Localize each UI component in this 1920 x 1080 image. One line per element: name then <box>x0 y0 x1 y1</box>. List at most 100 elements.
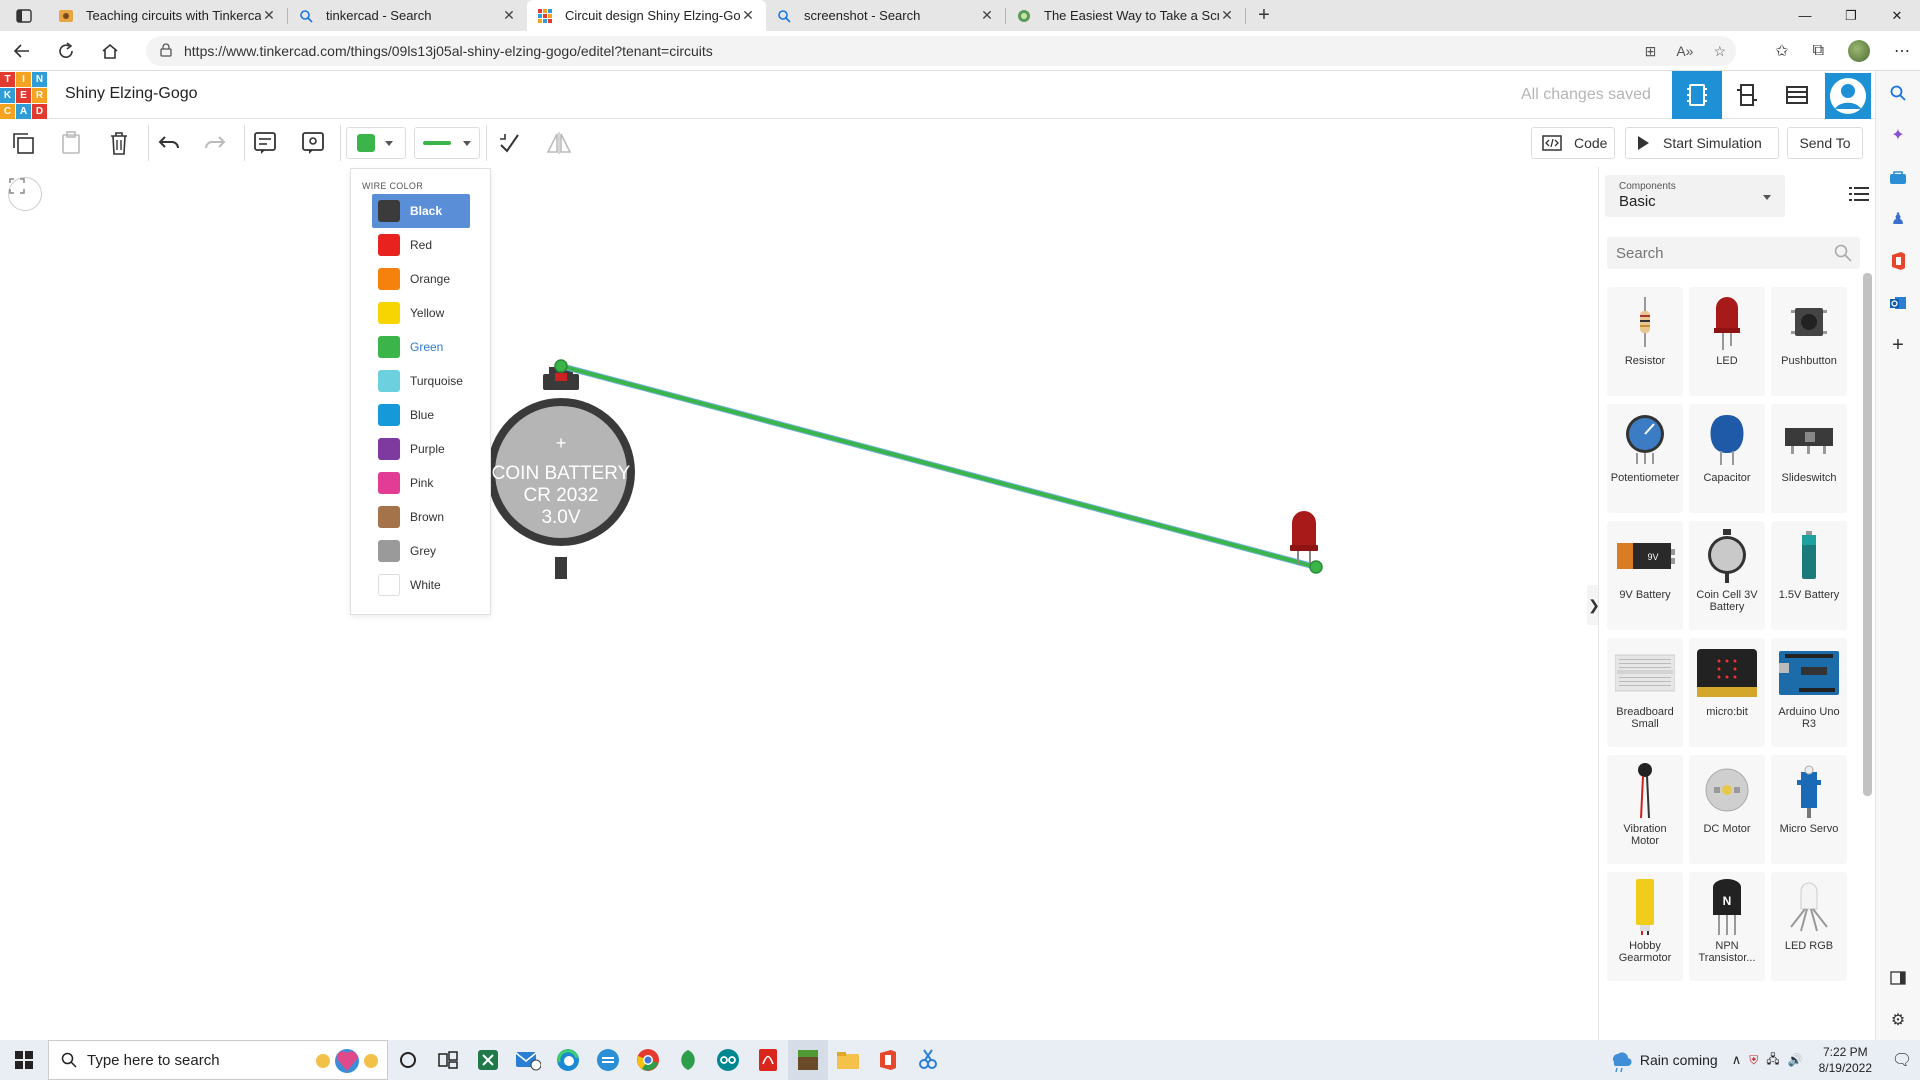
close-icon[interactable]: ✕ <box>740 7 756 24</box>
tools-icon[interactable]: ♟ <box>1886 207 1910 231</box>
read-aloud-icon[interactable]: A» <box>1676 43 1693 60</box>
browser-tab-1[interactable]: Teaching circuits with Tinkercad ✕ <box>48 0 287 31</box>
wire-color-option-white[interactable]: White <box>372 568 470 602</box>
profile-avatar[interactable] <box>1848 40 1870 62</box>
cortana-icon[interactable] <box>388 1040 428 1080</box>
notifications-icon[interactable]: 🗨 <box>1884 1050 1920 1070</box>
clock[interactable]: 7:22 PM 8/19/2022 <box>1819 1044 1872 1076</box>
refresh-icon[interactable] <box>44 31 88 71</box>
discover-sparkle-icon[interactable]: ✦ <box>1886 123 1910 147</box>
app-icon-leaf[interactable] <box>668 1040 708 1080</box>
flip-button[interactable] <box>542 127 576 159</box>
copy-button[interactable] <box>6 127 40 159</box>
close-icon[interactable]: ✕ <box>501 7 517 24</box>
close-icon[interactable]: ✕ <box>979 7 995 24</box>
edge-icon[interactable] <box>548 1040 588 1080</box>
browser-tab-5[interactable]: The Easiest Way to Take a Screen ✕ <box>1006 0 1245 31</box>
component-card-1-5v-battery[interactable]: 1.5V Battery <box>1771 521 1847 630</box>
component-card-9v-battery[interactable]: 9V 9V Battery <box>1607 521 1683 630</box>
component-card-hobby-gearmotor[interactable]: Hobby Gearmotor <box>1607 872 1683 981</box>
search-icon[interactable] <box>1886 81 1910 105</box>
list-view-button[interactable] <box>1849 185 1869 205</box>
arduino-ide-icon[interactable] <box>708 1040 748 1080</box>
wire-endpoint-handle[interactable] <box>1309 560 1323 574</box>
notes-visibility-button[interactable] <box>296 127 330 159</box>
close-icon[interactable]: ✕ <box>1219 7 1235 24</box>
volume-icon[interactable]: 🔊 <box>1788 1053 1803 1067</box>
wire-color-option-orange[interactable]: Orange <box>372 262 470 296</box>
component-card-microbit[interactable]: micro:bit <box>1689 638 1765 747</box>
browser-tab-3-active[interactable]: Circuit design Shiny Elzing-Gogo ✕ <box>527 0 766 31</box>
taskbar-search[interactable]: Type here to search <box>48 1040 388 1080</box>
component-card-led[interactable]: LED <box>1689 287 1765 396</box>
new-tab-icon[interactable]: + <box>1246 0 1282 31</box>
pinned-app-icon[interactable] <box>588 1040 628 1080</box>
wire-color-option-purple[interactable]: Purple <box>372 432 470 466</box>
component-card-potentiometer[interactable]: Potentiometer <box>1607 404 1683 513</box>
weather-widget[interactable]: Rain coming <box>1608 1048 1718 1072</box>
browser-tab-2[interactable]: tinkercad - Search ✕ <box>288 0 527 31</box>
wire-color-dropdown[interactable] <box>346 127 406 159</box>
office-icon[interactable] <box>1886 249 1910 273</box>
snipping-tool-icon[interactable] <box>908 1040 948 1080</box>
component-card-npn-transistor[interactable]: N NPN Transistor... <box>1689 872 1765 981</box>
chrome-icon[interactable] <box>628 1040 668 1080</box>
settings-gear-icon[interactable]: ⚙ <box>1886 1008 1910 1032</box>
url-field[interactable]: https://www.tinkercad.com/things/09ls13j… <box>146 36 1736 66</box>
wire-endpoint-handle[interactable] <box>554 359 568 373</box>
office-taskbar-icon[interactable] <box>868 1040 908 1080</box>
task-view-icon[interactable] <box>428 1040 468 1080</box>
rotate-button[interactable] <box>492 127 526 159</box>
component-card-vibration-motor[interactable]: Vibration Motor <box>1607 755 1683 864</box>
outlook-icon[interactable] <box>1886 291 1910 315</box>
favorites-icon[interactable]: ✩ <box>1775 41 1788 61</box>
close-icon[interactable]: ✕ <box>261 7 277 24</box>
wire-color-option-turquoise[interactable]: Turquoise <box>372 364 470 398</box>
more-options-icon[interactable]: ⋯ <box>1894 41 1910 61</box>
pdf-icon[interactable] <box>748 1040 788 1080</box>
components-category-select[interactable]: Components Basic <box>1605 175 1785 217</box>
scrollbar-thumb[interactable] <box>1863 273 1872 796</box>
file-explorer-icon[interactable] <box>828 1040 868 1080</box>
component-card-arduino[interactable]: Arduino Uno R3 <box>1771 638 1847 747</box>
start-button[interactable] <box>0 1040 48 1080</box>
add-favorite-icon[interactable]: ☆ <box>1713 43 1726 60</box>
component-card-coin-cell[interactable]: Coin Cell 3V Battery <box>1689 521 1765 630</box>
component-card-dc-motor[interactable]: DC Motor <box>1689 755 1765 864</box>
code-button[interactable]: Code <box>1531 127 1615 159</box>
shopping-bag-icon[interactable] <box>1886 165 1910 189</box>
tab-actions-icon[interactable] <box>0 0 48 31</box>
paste-button[interactable] <box>54 127 88 159</box>
search-icon[interactable] <box>1834 244 1852 266</box>
minecraft-icon[interactable] <box>788 1040 828 1080</box>
coin-battery-component[interactable]: + COIN BATTERY CR 2032 3.0V <box>487 367 635 579</box>
wire-color-option-grey[interactable]: Grey <box>372 534 470 568</box>
home-icon[interactable] <box>88 31 132 71</box>
component-list-button[interactable] <box>1772 71 1822 119</box>
wire-type-dropdown[interactable] <box>414 127 480 159</box>
add-sidebar-app-icon[interactable]: + <box>1886 333 1910 357</box>
component-card-micro-servo[interactable]: Micro Servo <box>1771 755 1847 864</box>
restore-icon[interactable]: ❐ <box>1828 0 1874 31</box>
component-card-led-rgb[interactable]: LED RGB <box>1771 872 1847 981</box>
circuit-view-button[interactable] <box>1672 71 1722 119</box>
undo-button[interactable] <box>152 127 186 159</box>
wire-color-option-blue[interactable]: Blue <box>372 398 470 432</box>
wire-color-option-pink[interactable]: Pink <box>372 466 470 500</box>
wire-color-option-brown[interactable]: Brown <box>372 500 470 534</box>
user-avatar[interactable] <box>1825 73 1871 119</box>
minimize-icon[interactable]: — <box>1782 0 1828 31</box>
component-card-resistor[interactable]: Resistor <box>1607 287 1683 396</box>
network-icon[interactable]: 🖧 <box>1766 1050 1779 1071</box>
components-scrollbar[interactable] <box>1861 267 1873 1037</box>
back-icon[interactable] <box>0 31 44 71</box>
sidebar-layout-icon[interactable] <box>1886 966 1910 990</box>
notes-button[interactable] <box>248 127 282 159</box>
component-card-slideswitch[interactable]: Slideswitch <box>1771 404 1847 513</box>
circuit-canvas[interactable]: + COIN BATTERY CR 2032 3.0V <box>0 167 1598 1040</box>
mail-icon[interactable] <box>508 1040 548 1080</box>
component-card-breadboard[interactable]: Breadboard Small <box>1607 638 1683 747</box>
component-card-capacitor[interactable]: Capacitor <box>1689 404 1765 513</box>
green-wire[interactable] <box>560 364 1317 569</box>
send-to-button[interactable]: Send To <box>1787 127 1863 159</box>
